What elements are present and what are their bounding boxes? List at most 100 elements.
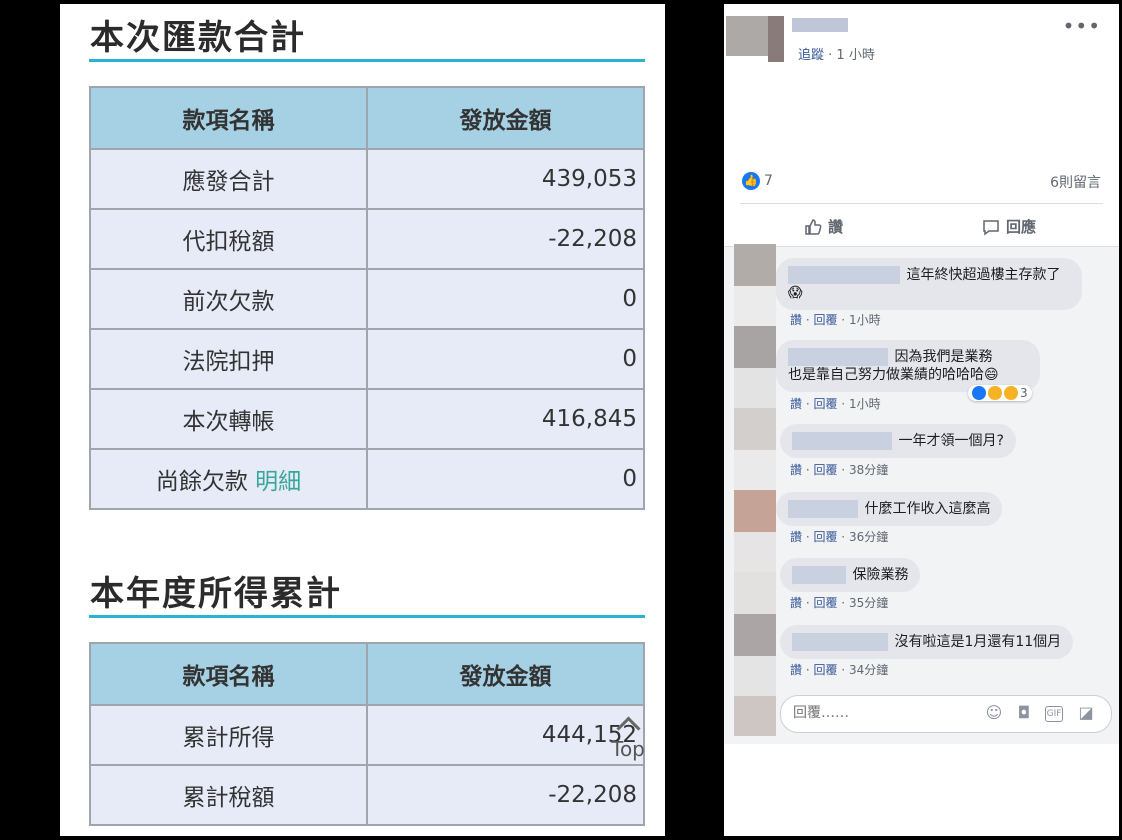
like-reaction-icon — [972, 386, 986, 400]
reply-input[interactable] — [791, 704, 975, 722]
comment-time[interactable]: 35分鐘 — [849, 596, 888, 610]
avatar[interactable] — [734, 326, 776, 368]
comment-time[interactable]: 1小時 — [849, 313, 881, 327]
column-header-amount: 發放金額 — [366, 642, 645, 706]
comment-reply-link[interactable]: 回覆 — [813, 596, 837, 610]
gif-icon[interactable]: GIF — [1045, 706, 1063, 722]
scream-emoji-icon: 😱 — [788, 285, 803, 301]
reaction-summary[interactable]: 👍 7 — [742, 172, 773, 190]
item-name: 應發合計 — [89, 148, 368, 210]
item-name: 累計稅額 — [89, 764, 368, 826]
comment-like-link[interactable]: 讚 — [790, 313, 802, 327]
comment-reply-link[interactable]: 回覆 — [813, 313, 837, 327]
avatar-shadow — [768, 16, 784, 62]
reply-box: ☺ ◘ GIF ◪ — [780, 695, 1112, 733]
comment-like-link[interactable]: 讚 — [790, 463, 802, 477]
item-name-cell: 尚餘欠款 明細 — [89, 448, 368, 510]
comment-count[interactable]: 6則留言 — [1050, 172, 1101, 192]
avatar[interactable] — [734, 696, 776, 736]
comment-text: 沒有啦這是1月還有11個月 — [894, 634, 1062, 650]
post-meta: 追蹤 · 1 小時 — [798, 44, 875, 63]
item-name: 累計所得 — [89, 704, 368, 766]
emoji-icon[interactable]: ☺ — [985, 704, 1003, 722]
like-label: 讚 — [828, 218, 844, 236]
item-amount: 0 — [366, 268, 645, 330]
comment-time[interactable]: 36分鐘 — [849, 530, 888, 544]
table-row: 代扣稅額 -22,208 — [89, 208, 645, 270]
comment-meta: 讚 · 回覆 · 34分鐘 — [790, 661, 888, 678]
comment-meta: 讚 · 回覆 · 38分鐘 — [790, 461, 888, 478]
comment-button[interactable]: 回應 — [982, 216, 1036, 237]
comment-like-link[interactable]: 讚 — [790, 530, 802, 544]
avatar[interactable] — [734, 408, 776, 450]
comment-reply-link[interactable]: 回覆 — [813, 463, 837, 477]
avatar — [734, 572, 776, 614]
comment-reply-link[interactable]: 回覆 — [813, 397, 837, 411]
item-amount: -22,208 — [366, 208, 645, 270]
like-icon: 👍 — [742, 172, 760, 190]
meta-separator: · — [802, 663, 814, 677]
table-row: 尚餘欠款 明細 0 — [89, 448, 645, 510]
comment-time[interactable]: 38分鐘 — [849, 463, 888, 477]
commenter-name-redacted[interactable] — [792, 432, 892, 450]
item-amount: 0 — [366, 448, 645, 510]
avatar[interactable] — [734, 490, 776, 532]
commenter-name-redacted[interactable] — [792, 566, 846, 584]
like-count: 7 — [764, 173, 773, 189]
avatar — [734, 656, 776, 696]
details-link[interactable]: 明細 — [255, 469, 301, 495]
comment-like-link[interactable]: 讚 — [790, 663, 802, 677]
comment-like-link[interactable]: 讚 — [790, 397, 802, 411]
post-author-name-redacted[interactable] — [792, 18, 848, 32]
comment-bubble: 沒有啦這是1月還有11個月 — [780, 625, 1074, 659]
comment-time[interactable]: 34分鐘 — [849, 663, 888, 677]
item-name: 代扣稅額 — [89, 208, 368, 270]
commenter-name-redacted[interactable] — [792, 633, 888, 651]
follow-link[interactable]: 追蹤 — [798, 48, 824, 63]
table-row: 本次轉帳 416,845 — [89, 388, 645, 450]
meta-separator: · — [837, 313, 849, 327]
comment-text: 一年才領一個月? — [898, 433, 1004, 449]
comment-meta: 讚 · 回覆 · 1小時 — [790, 311, 881, 328]
sticker-icon[interactable]: ◪ — [1077, 704, 1095, 722]
wow-reaction-icon — [1004, 386, 1018, 400]
annual-income-table: 款項名稱 發放金額 累計所得 444,152 累計稅額 -22,208 — [89, 642, 645, 826]
title-divider — [89, 615, 645, 618]
payslip-panel: 本次匯款合計 款項名稱 發放金額 應發合計 439,053 代扣稅額 -22,2… — [60, 4, 665, 836]
comment-bubble: 一年才領一個月? — [780, 424, 1016, 458]
comment-reactions[interactable]: 3 — [968, 385, 1032, 401]
meta-separator: · — [802, 530, 814, 544]
comment-reply-link[interactable]: 回覆 — [813, 530, 837, 544]
comment-meta: 讚 · 回覆 · 1小時 — [790, 395, 881, 412]
meta-separator: · — [837, 397, 849, 411]
item-amount: 0 — [366, 328, 645, 390]
comment-bubble: 保險業務 — [780, 558, 921, 592]
post-timestamp[interactable]: 1 小時 — [836, 48, 874, 63]
comment-text: 因為我們是業務 — [894, 349, 993, 365]
comment-text: 什麼工作收入這麼高 — [864, 501, 991, 517]
comment-text: 這年終快超過樓主存款了 — [906, 267, 1061, 283]
comment-reply-link[interactable]: 回覆 — [813, 663, 837, 677]
remittance-table: 款項名稱 發放金額 應發合計 439,053 代扣稅額 -22,208 前次欠款… — [89, 86, 645, 510]
avatar[interactable] — [734, 244, 776, 286]
item-name: 尚餘欠款 — [155, 469, 248, 495]
meta-separator: · — [802, 397, 814, 411]
table-row: 累計所得 444,152 — [89, 704, 645, 766]
item-name: 法院扣押 — [89, 328, 368, 390]
table-row: 應發合計 439,053 — [89, 148, 645, 210]
avatar — [734, 450, 776, 492]
comment-like-link[interactable]: 讚 — [790, 596, 802, 610]
meta-separator: · — [824, 48, 837, 63]
commenter-name-redacted[interactable] — [788, 500, 858, 518]
like-button[interactable]: 讚 — [804, 216, 843, 237]
more-options-icon[interactable]: ••• — [1063, 14, 1101, 38]
commenter-name-redacted[interactable] — [788, 348, 888, 366]
camera-icon[interactable]: ◘ — [1015, 704, 1033, 722]
meta-separator: · — [802, 313, 814, 327]
comment-time[interactable]: 1小時 — [849, 397, 881, 411]
title-divider — [89, 59, 645, 62]
avatar[interactable] — [734, 614, 776, 656]
commenter-name-redacted[interactable] — [788, 266, 900, 284]
meta-separator: · — [802, 596, 814, 610]
back-to-top-button[interactable]: Top — [606, 714, 650, 766]
